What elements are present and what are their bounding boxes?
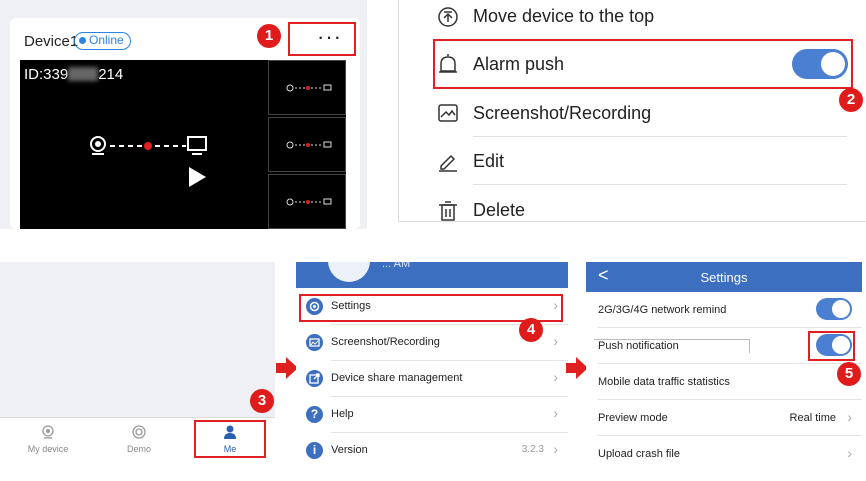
id-redaction: [68, 67, 99, 81]
move-top-icon: [438, 7, 458, 27]
tab-label: Demo: [126, 444, 151, 454]
setting-label: Mobile data traffic statistics: [598, 376, 730, 388]
step-badge-3: 3: [250, 389, 274, 413]
chevron-right-icon: ›: [553, 369, 558, 385]
chevron-right-icon: ›: [847, 409, 852, 425]
play-icon[interactable]: [186, 166, 208, 188]
tab-demo[interactable]: Demo: [99, 424, 179, 454]
video-preview[interactable]: ID:339 214: [20, 60, 266, 229]
menu-item-screenshot[interactable]: Screenshot/Recording: [399, 89, 866, 137]
menu-item-label: Delete: [473, 200, 526, 220]
menu-item-label: Edit: [473, 151, 505, 171]
step-badge-5: 5: [837, 362, 861, 386]
menu-item-label: Help: [331, 408, 354, 420]
flow-arrow-icon: [566, 357, 588, 379]
avatar[interactable]: [328, 262, 370, 282]
image-icon: [438, 104, 458, 122]
mini-connection-icon: [286, 198, 332, 206]
menu-item-move-top[interactable]: Move device to the top: [399, 0, 866, 40]
divider: [473, 184, 847, 185]
channel-thumb[interactable]: [268, 117, 346, 172]
chevron-right-icon: ›: [847, 445, 852, 461]
highlight-push-toggle: [808, 331, 855, 361]
device-name: Device1: [24, 33, 79, 50]
page-title: Settings: [700, 270, 748, 285]
help-icon: ?: [306, 406, 323, 423]
flow-arrow-icon: [276, 357, 298, 379]
mini-connection-icon: [286, 141, 332, 149]
highlight-settings: [299, 294, 563, 322]
menu-item-help[interactable]: ? Help ›: [296, 397, 568, 433]
setting-data-traffic[interactable]: Mobile data traffic statistics: [586, 364, 862, 400]
channel-thumb[interactable]: [268, 174, 346, 229]
chevron-right-icon: ›: [553, 405, 558, 421]
channel-thumbnails: [266, 60, 346, 229]
setting-label: Upload crash file: [598, 448, 680, 460]
connection-diagram-icon: [90, 136, 207, 155]
menu-item-label: Device share management: [331, 372, 463, 384]
tab-label: My device: [27, 444, 69, 454]
device-action-menu: Move device to the top Alarm push Screen…: [398, 0, 866, 222]
online-dot-icon: [79, 37, 86, 44]
setting-preview-mode[interactable]: Preview mode Real time ›: [586, 400, 862, 436]
toggle-knob: [832, 300, 850, 318]
menu-item-label: Screenshot/Recording: [331, 336, 440, 348]
menu-item-device-share[interactable]: Device share management ›: [296, 361, 568, 397]
network-remind-toggle[interactable]: [816, 298, 852, 320]
tab-my-device[interactable]: My device: [8, 424, 88, 454]
highlight-me-tab: [194, 420, 266, 458]
chevron-right-icon: ›: [553, 333, 558, 349]
highlight-alarm-push: [433, 39, 853, 89]
pencil-icon: [439, 154, 457, 172]
target-icon: [132, 425, 146, 439]
menu-item-label: Version: [331, 444, 368, 456]
camera-icon: [42, 425, 54, 439]
menu-item-edit[interactable]: Edit: [399, 137, 866, 185]
profile-header: ... AM: [296, 262, 568, 288]
preview-mode-value: Real time: [789, 412, 836, 424]
video-device-id: ID:339 214: [24, 66, 123, 83]
menu-item-version[interactable]: i Version 3.2.3 ›: [296, 433, 568, 469]
profile-header-text: ... AM: [382, 262, 411, 270]
step-badge-2: 2: [839, 88, 863, 112]
channel-thumb[interactable]: [268, 60, 346, 115]
trash-icon: [439, 201, 457, 221]
highlight-more-button: [288, 22, 356, 56]
menu-item-label: Screenshot/Recording: [473, 103, 652, 123]
annotation-line: [594, 339, 750, 353]
setting-label: 2G/3G/4G network remind: [598, 304, 727, 316]
step-badge-1: 1: [257, 24, 281, 48]
settings-nav-bar: < Settings: [586, 262, 862, 292]
menu-item-label: Move device to the top: [473, 6, 655, 26]
step-badge-4: 4: [519, 318, 543, 342]
video-id-prefix: ID:339: [24, 66, 69, 83]
chevron-right-icon: ›: [553, 441, 558, 457]
share-icon: [306, 370, 323, 387]
status-badge: Online: [74, 32, 131, 50]
status-label: Online: [89, 33, 124, 47]
menu-item-delete[interactable]: Delete: [399, 186, 866, 234]
mini-connection-icon: [286, 84, 332, 92]
settings-page-panel: < Settings 2G/3G/4G network remind Push …: [586, 262, 862, 474]
setting-label: Preview mode: [598, 412, 668, 424]
setting-network-remind: 2G/3G/4G network remind: [586, 292, 862, 328]
video-id-suffix: 214: [98, 66, 124, 83]
info-icon: i: [306, 442, 323, 459]
image-icon: [306, 334, 323, 351]
setting-upload-crash[interactable]: Upload crash file ›: [586, 436, 862, 472]
version-value: 3.2.3: [521, 444, 544, 455]
